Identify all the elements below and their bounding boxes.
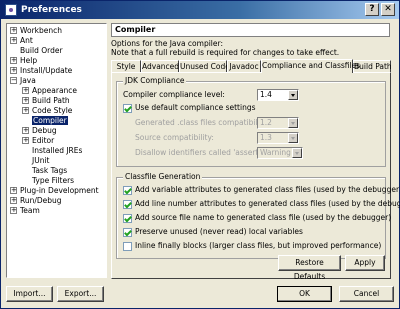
chevron-down-icon[interactable]	[288, 90, 298, 100]
tree-item-team[interactable]: + Team	[10, 206, 40, 216]
page-description: Options for the Java compiler: Note that…	[111, 39, 396, 57]
description-line: Note that a full rebuild is required for…	[111, 48, 340, 57]
cancel-button[interactable]: Cancel	[339, 286, 394, 302]
ok-button[interactable]: OK	[277, 286, 332, 302]
expand-icon[interactable]: +	[10, 37, 17, 44]
inline-finally-checkbox[interactable]	[123, 242, 132, 251]
use-default-compliance-checkbox[interactable]	[123, 104, 132, 113]
preferences-tree[interactable]: + Workbench + Ant Build Order + Help + Insta…	[6, 23, 107, 278]
source-compat-select[interactable]: 1.3	[257, 132, 299, 144]
compliance-level-label: Compiler compliance level:	[123, 90, 225, 99]
preserve-unused-locals-checkbox[interactable]	[123, 228, 132, 237]
tab-content: JDK Compliance Compiler compliance level…	[111, 72, 400, 279]
tree-item-help[interactable]: + Help	[10, 56, 37, 66]
variable-attributes-checkbox[interactable]	[123, 186, 132, 195]
tree-item-install-update[interactable]: + Install/Update	[10, 66, 72, 76]
tree-item-task-tags[interactable]: Task Tags	[32, 166, 67, 176]
window-title: Preferences	[21, 5, 82, 15]
tree-item-appearance[interactable]: + Appearance	[22, 86, 77, 96]
variable-attributes-label: Add variable attributes to generated cla…	[135, 185, 400, 194]
tree-item-ant[interactable]: + Ant	[10, 36, 33, 46]
tree-item-plugin-development[interactable]: + Plug-in Development	[10, 186, 99, 196]
expand-icon[interactable]: +	[10, 57, 17, 64]
page-title: Compiler	[111, 23, 390, 37]
compliance-level-value: 1.4	[260, 90, 272, 99]
assert-identifier-select[interactable]: Warning	[257, 147, 303, 159]
help-icon: ?	[369, 4, 375, 14]
import-button[interactable]: Import...	[6, 286, 53, 302]
description-line: Options for the Java compiler:	[111, 39, 223, 48]
line-number-attributes-checkbox[interactable]	[123, 200, 132, 209]
restore-defaults-button[interactable]: Restore Defaults	[278, 255, 341, 281]
generated-compat-value: 1.2	[260, 118, 272, 127]
close-icon: ✕	[384, 4, 392, 14]
expand-icon[interactable]: +	[10, 27, 17, 34]
tree-item-installed-jres[interactable]: Installed JREs	[32, 146, 82, 156]
tree-item-workbench[interactable]: + Workbench	[10, 26, 62, 36]
export-button[interactable]: Export...	[57, 286, 104, 302]
expand-icon[interactable]: +	[22, 87, 29, 94]
generated-compat-select[interactable]: 1.2	[257, 117, 299, 129]
expand-icon[interactable]: +	[10, 187, 17, 194]
tree-item-junit[interactable]: JUnit	[32, 156, 49, 166]
tree-item-editor[interactable]: + Editor	[22, 136, 54, 146]
source-compat-label: Source compatibility:	[135, 133, 214, 142]
source-file-name-checkbox[interactable]	[123, 214, 132, 223]
tree-item-type-filters[interactable]: Type Filters	[32, 176, 74, 186]
expand-icon[interactable]: +	[22, 107, 29, 114]
preserve-unused-locals-label: Preserve unused (never read) local varia…	[135, 227, 303, 236]
generated-compat-label: Generated .class files compatibility:	[135, 118, 270, 127]
use-default-compliance-label: Use default compliance settings	[135, 103, 256, 112]
help-button[interactable]: ?	[365, 3, 379, 16]
compliance-level-select[interactable]: 1.4	[257, 89, 299, 101]
group-title: JDK Compliance	[123, 76, 187, 86]
source-compat-value: 1.3	[260, 133, 272, 142]
tree-item-build-path[interactable]: + Build Path	[22, 96, 70, 106]
tree-item-code-style[interactable]: + Code Style	[22, 106, 72, 116]
preferences-window: Preferences ? ✕ + Workbench + Ant Build Or…	[0, 0, 400, 309]
tree-item-debug[interactable]: + Debug	[22, 126, 57, 136]
collapse-icon[interactable]: −	[10, 77, 17, 84]
expand-icon[interactable]: +	[22, 137, 29, 144]
chevron-down-icon[interactable]	[288, 133, 298, 143]
expand-icon[interactable]: +	[22, 97, 29, 104]
classfile-generation-group: Classfile Generation Add variable attrib…	[116, 172, 400, 259]
jdk-compliance-group: JDK Compliance Compiler compliance level…	[116, 76, 386, 167]
preference-page: Compiler Options for the Java compiler: …	[111, 23, 400, 279]
tree-item-java[interactable]: − Java	[10, 76, 36, 86]
chevron-down-icon[interactable]	[288, 118, 298, 128]
group-title: Classfile Generation	[123, 172, 203, 182]
apply-button[interactable]: Apply	[345, 255, 385, 271]
expand-icon[interactable]: +	[22, 127, 29, 134]
tab-compliance-classfiles[interactable]: Compliance and Classfiles	[261, 59, 360, 73]
close-button[interactable]: ✕	[381, 3, 395, 16]
line-number-attributes-label: Add line number attributes to generated …	[135, 199, 400, 208]
chevron-down-icon[interactable]	[292, 148, 302, 158]
expand-icon[interactable]: +	[10, 197, 17, 204]
app-icon	[5, 4, 17, 16]
expand-icon[interactable]: +	[10, 207, 17, 214]
title-bar[interactable]: Preferences ? ✕	[1, 1, 399, 19]
assert-identifier-value: Warning	[260, 148, 291, 157]
tree-item-run-debug[interactable]: + Run/Debug	[10, 196, 62, 206]
tree-item-compiler[interactable]: Compiler	[32, 116, 68, 126]
tab-strip: Style Advanced Unused Code Javadoc Compl…	[111, 59, 396, 73]
inline-finally-label: Inline finally blocks (larger class file…	[135, 241, 382, 250]
assert-identifier-label: Disallow identifiers called 'assert':	[135, 148, 263, 157]
expand-icon[interactable]: +	[10, 67, 17, 74]
tree-item-build-order[interactable]: Build Order	[20, 46, 63, 56]
source-file-name-label: Add source file name to generated class …	[135, 213, 392, 222]
